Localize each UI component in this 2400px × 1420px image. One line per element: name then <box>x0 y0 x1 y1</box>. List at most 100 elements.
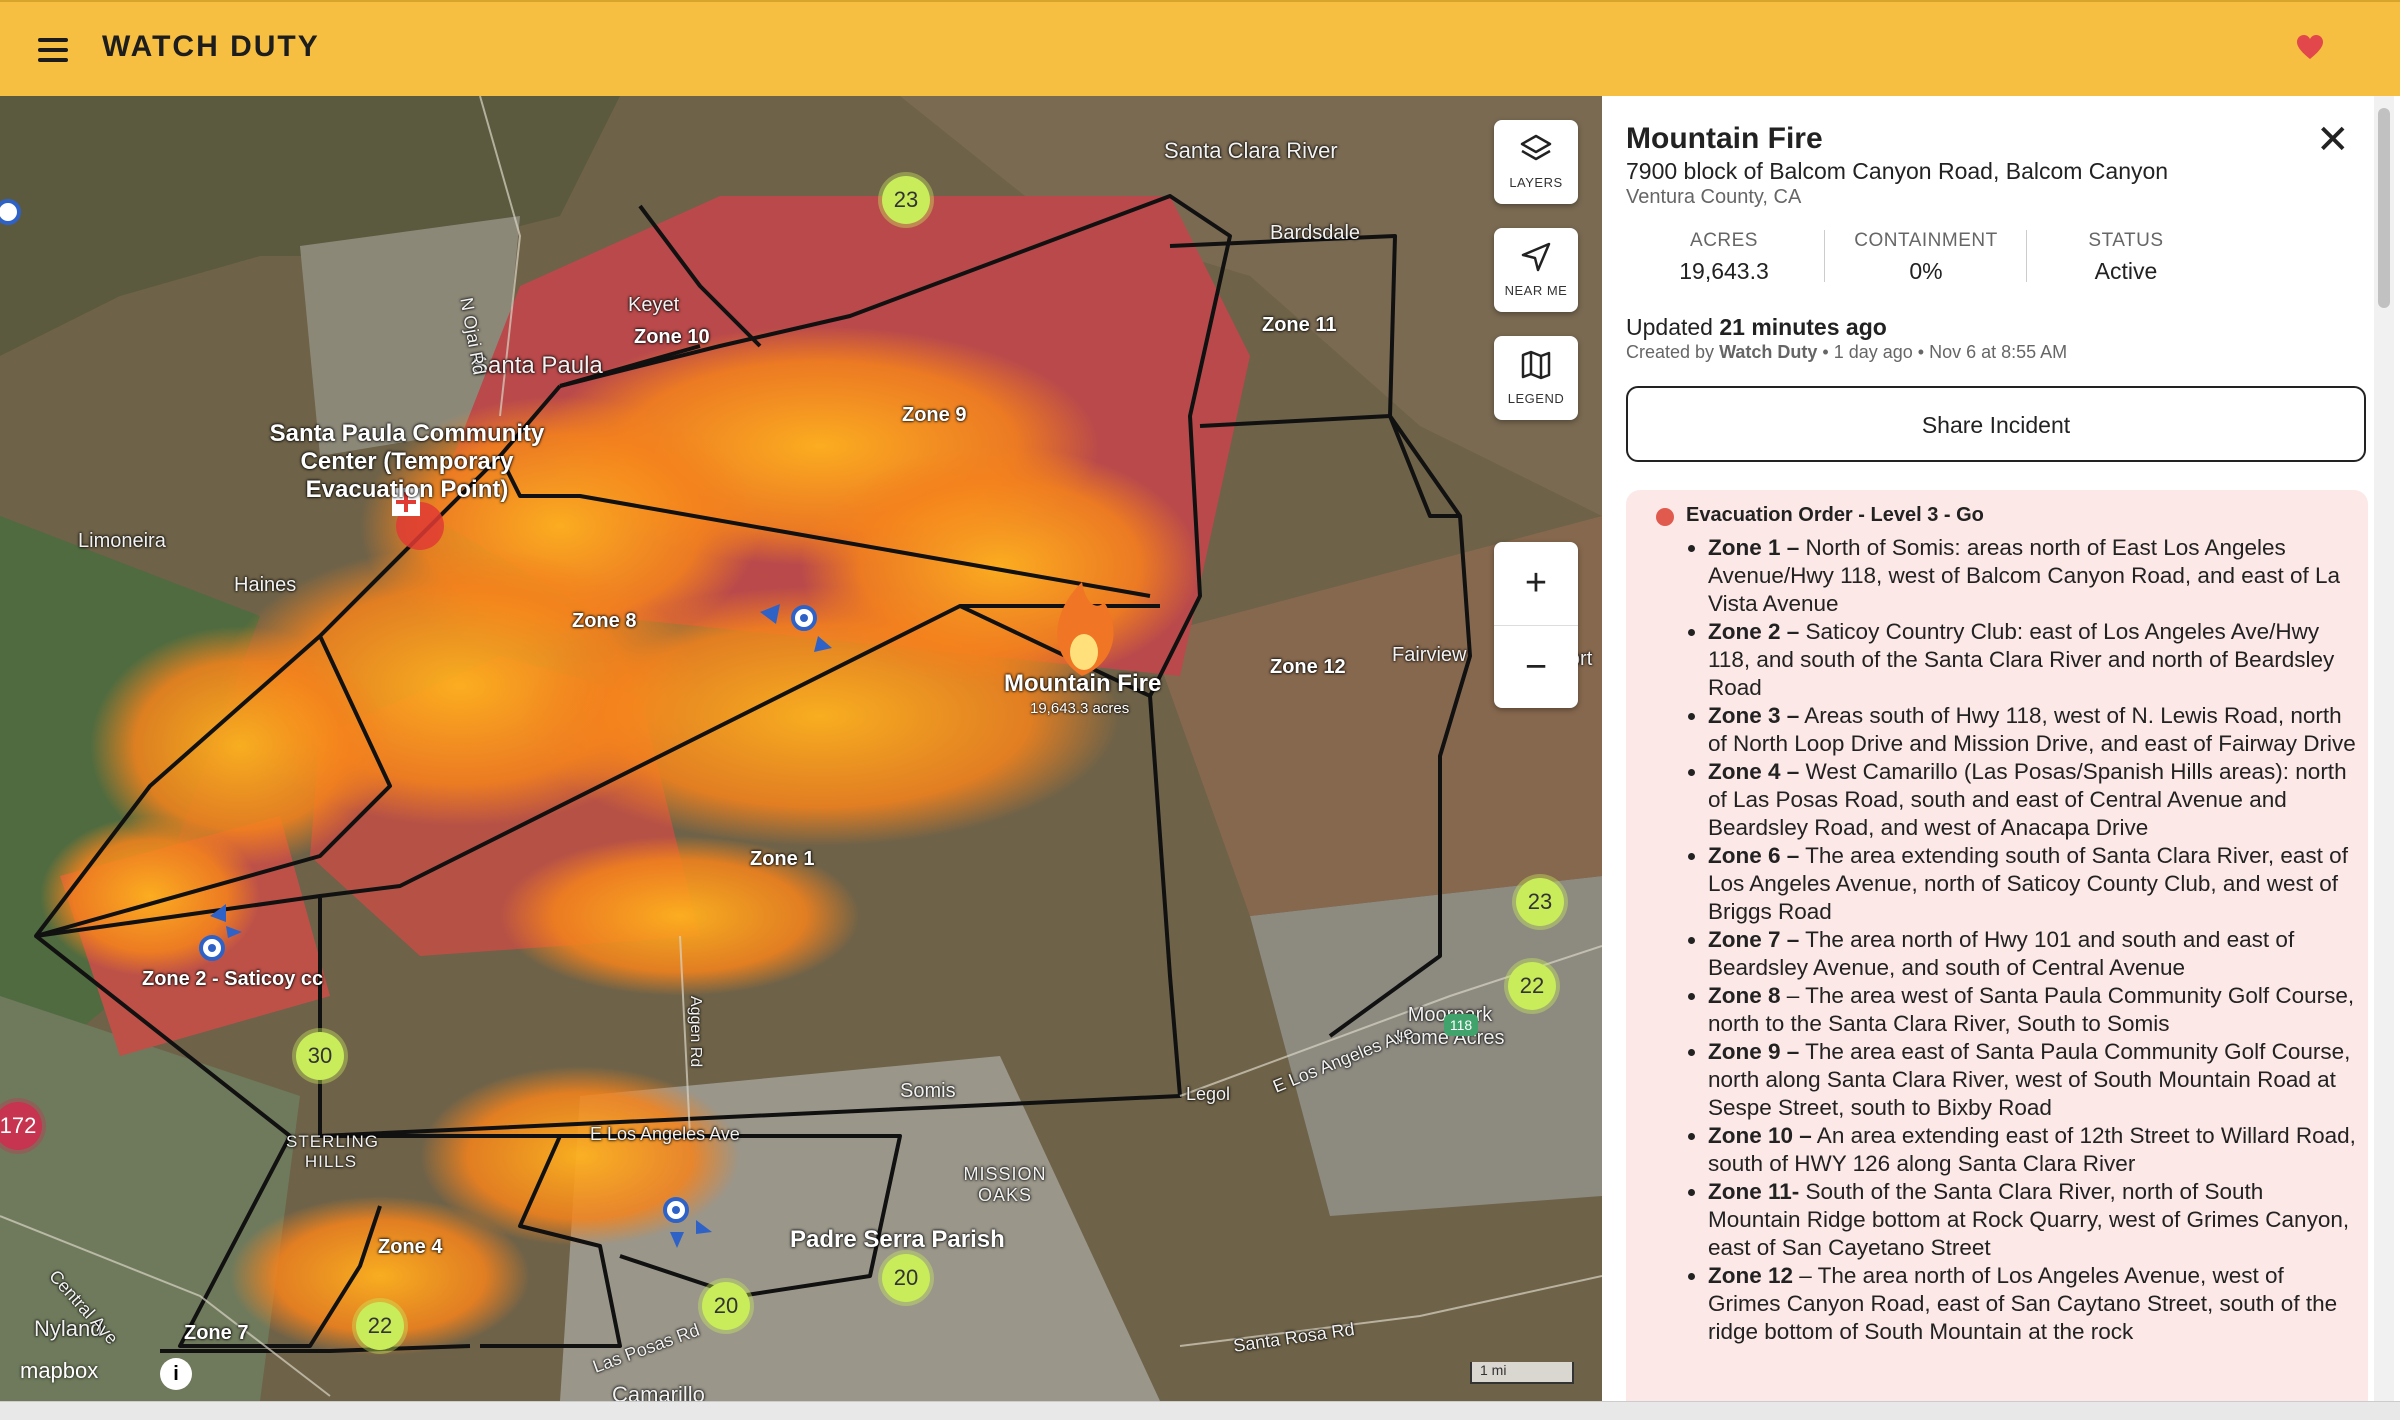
stat-status: STATUS Active <box>2026 230 2226 285</box>
zone-label[interactable]: Zone 1 <box>750 848 814 871</box>
fire-marker-acres: 19,643.3 acres <box>1030 700 1130 717</box>
evacuation-zone-item: Zone 4 – West Camarillo (Las Posas/Spani… <box>1708 758 2358 842</box>
incident-panel: Mountain Fire ✕ 7900 block of Balcom Can… <box>1602 96 2400 1401</box>
zone-name: Zone 8 <box>1708 983 1781 1008</box>
stat-acres: ACRES 19,643.3 <box>1624 230 1824 285</box>
scrollbar-thumb[interactable] <box>2378 108 2390 308</box>
place-limoneira: Limoneira <box>78 530 166 552</box>
layers-label: LAYERS <box>1509 175 1563 190</box>
evacuation-zone-item: Zone 3 – Areas south of Hwy 118, west of… <box>1708 702 2358 758</box>
share-incident-button[interactable]: Share Incident <box>1626 386 2366 462</box>
zone-description: Saticoy Country Club: east of Los Angele… <box>1708 619 2335 700</box>
stat-value: Active <box>2094 258 2158 284</box>
created-by[interactable]: Watch Duty <box>1719 342 1817 362</box>
brand-logo-text[interactable]: WATCH DUTY <box>102 30 320 64</box>
evacuation-zone-item: Zone 11- South of the Santa Clara River,… <box>1708 1178 2358 1262</box>
evacuation-zone-item: Zone 6 – The area extending south of San… <box>1708 842 2358 926</box>
place-mission-oaks: MISSION OAKS <box>963 1164 1047 1205</box>
zoom-in-button[interactable]: + <box>1494 542 1578 626</box>
map-scale: 1 mi <box>1470 1362 1574 1384</box>
place-santa-paula: Santa Paula <box>472 352 603 379</box>
hamburger-menu-icon[interactable] <box>38 38 68 62</box>
cluster-marker[interactable]: 20 <box>702 1282 750 1330</box>
map-view[interactable]: Santa Clara River Bardsdale Keyet Santa … <box>0 96 1602 1401</box>
zone-label[interactable]: Zone 9 <box>902 404 966 427</box>
near-me-button[interactable]: NEAR ME <box>1494 228 1578 312</box>
stat-label: CONTAINMENT <box>1854 230 1998 251</box>
zone-label[interactable]: Zone 8 <box>572 610 636 633</box>
cluster-marker[interactable]: 20 <box>882 1254 930 1302</box>
evacuation-zone-list: Zone 1 – North of Somis: areas north of … <box>1688 534 2358 1346</box>
zone-name: Zone 11- <box>1708 1179 1800 1204</box>
close-icon[interactable]: ✕ <box>2316 120 2350 160</box>
stat-label: ACRES <box>1690 230 1758 251</box>
zoom-out-button[interactable]: − <box>1494 626 1578 709</box>
evacuation-zone-item: Zone 8 – The area west of Santa Paula Co… <box>1708 982 2358 1038</box>
zone-description: – The area north of Los Angeles Avenue, … <box>1708 1263 2338 1344</box>
stat-label: STATUS <box>2088 230 2164 251</box>
zone-description: West Camarillo (Las Posas/Spanish Hills … <box>1708 759 2347 840</box>
evacuation-zone-item: Zone 1 – North of Somis: areas north of … <box>1708 534 2358 618</box>
cluster-marker[interactable]: 22 <box>1508 962 1556 1010</box>
zone-name: Zone 4 – <box>1708 759 1800 784</box>
zone-description: South of the Santa Clara River, north of… <box>1708 1179 2350 1260</box>
top-bar: WATCH DUTY <box>0 0 2400 96</box>
zone-label[interactable]: Zone 7 <box>184 1322 248 1345</box>
place-bardsdale: Bardsdale <box>1270 222 1361 244</box>
zone-description: – The area west of Santa Paula Community… <box>1708 983 2355 1036</box>
evacuation-zone-item: Zone 7 – The area north of Hwy 101 and s… <box>1708 926 2358 982</box>
created-suffix: • 1 day ago • Nov 6 at 8:55 AM <box>1817 342 2068 362</box>
zoom-controls: + − <box>1494 542 1578 708</box>
info-icon[interactable]: i <box>160 1358 192 1390</box>
road-aggen-rd: Aggen Rd <box>687 996 704 1068</box>
zone-label[interactable]: Zone 10 <box>634 326 710 349</box>
zone-description: Areas south of Hwy 118, west of N. Lewis… <box>1708 703 2356 756</box>
zone-description: North of Somis: areas north of East Los … <box>1708 535 2341 616</box>
stat-divider <box>1824 230 1825 282</box>
fire-marker-name[interactable]: Mountain Fire <box>1004 670 1161 698</box>
zone-name: Zone 1 – <box>1708 535 1800 560</box>
layers-button[interactable]: LAYERS <box>1494 120 1578 204</box>
mapbox-logo[interactable]: mapbox <box>20 1358 98 1384</box>
satellite-map <box>0 96 1602 1401</box>
cluster-marker[interactable]: 22 <box>356 1302 404 1350</box>
zone-description: The area east of Santa Paula Community G… <box>1708 1039 2351 1120</box>
zone-label[interactable]: Zone 4 <box>378 1236 442 1259</box>
map-icon <box>1521 350 1551 380</box>
heart-icon[interactable] <box>2296 34 2324 60</box>
zone-label[interactable]: Zone 12 <box>1270 656 1346 679</box>
place-padre-serra-parish[interactable]: Padre Serra Parish <box>790 1226 1005 1254</box>
location-arrow-icon <box>1521 242 1551 272</box>
cluster-marker[interactable]: 23 <box>882 176 930 224</box>
stat-value: 19,643.3 <box>1679 258 1769 284</box>
stat-value: 0% <box>1909 258 1943 284</box>
layers-icon <box>1520 134 1552 161</box>
near-me-label: NEAR ME <box>1504 283 1568 298</box>
cluster-marker[interactable]: 30 <box>296 1032 344 1080</box>
zone-name: Zone 2 – <box>1708 619 1800 644</box>
incident-title: Mountain Fire <box>1626 122 1823 155</box>
evacuation-heading-text: Evacuation Order - Level 3 - Go <box>1686 504 1984 526</box>
zone-name: Zone 10 – <box>1708 1123 1812 1148</box>
place-evacuation-point[interactable]: Santa Paula Community Center (Temporary … <box>262 420 552 504</box>
created-line: Created by Watch Duty • 1 day ago • Nov … <box>1626 342 2067 363</box>
zone-name: Zone 3 – <box>1708 703 1800 728</box>
zone-name: Zone 7 – <box>1708 927 1800 952</box>
hwy-118-shield: 118 <box>1444 1014 1478 1036</box>
incident-address: 7900 block of Balcom Canyon Road, Balcom… <box>1626 158 2169 184</box>
evacuation-heading: Evacuation Order - Level 3 - Go <box>1656 504 1984 527</box>
status-dot-icon <box>1656 508 1674 526</box>
zone-label[interactable]: Zone 2 - Saticoy cc <box>142 968 323 991</box>
legend-label: LEGEND <box>1507 391 1565 406</box>
place-fairview: Fairview <box>1392 644 1467 666</box>
incident-county: Ventura County, CA <box>1626 186 1802 208</box>
cluster-marker[interactable]: 23 <box>1516 878 1564 926</box>
zone-label[interactable]: Zone 11 <box>1262 314 1336 337</box>
place-keyet: Keyet <box>628 294 680 316</box>
legend-button[interactable]: LEGEND <box>1494 336 1578 420</box>
panel-scrollbar[interactable] <box>2374 96 2394 1401</box>
zone-name: Zone 12 <box>1708 1263 1794 1288</box>
updated-value: 21 minutes ago <box>1719 314 1887 340</box>
place-sterling-hills: STERLING HILLS <box>286 1132 380 1171</box>
zone-description: The area extending south of Santa Clara … <box>1708 843 2348 924</box>
